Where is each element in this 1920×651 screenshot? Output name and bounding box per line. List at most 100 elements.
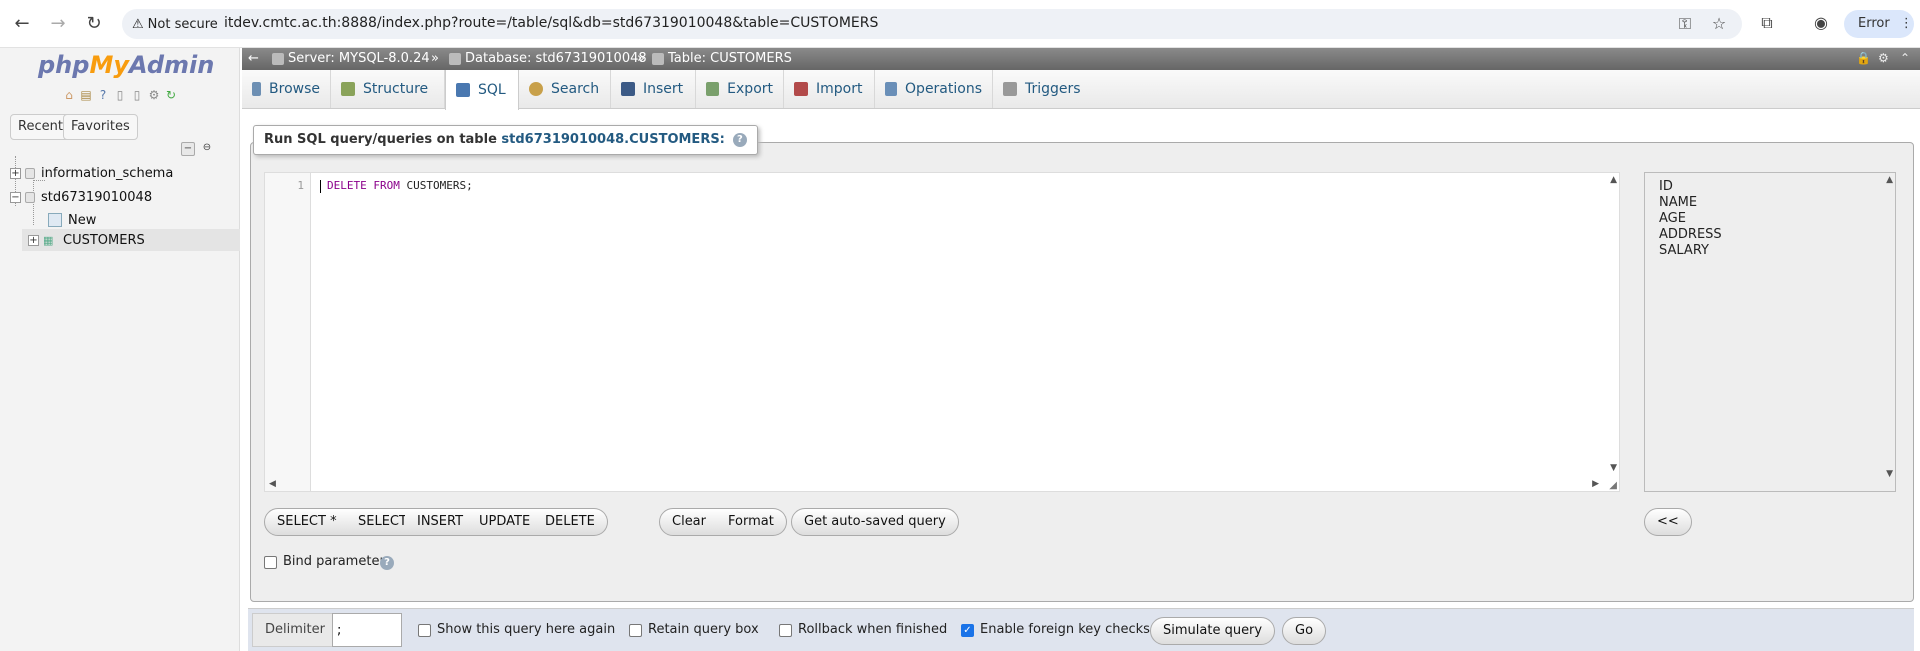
new-label[interactable]: New (68, 213, 96, 228)
select-star-button[interactable]: SELECT * (264, 508, 350, 536)
tab-export[interactable]: Export (696, 70, 784, 108)
column-option[interactable]: ID (1659, 179, 1673, 194)
tab-sql[interactable]: SQL (445, 70, 519, 110)
tab-label: Search (551, 81, 600, 97)
scroll-down-icon[interactable]: ▼ (1886, 469, 1893, 479)
retain-query-box-checkbox[interactable] (629, 624, 642, 637)
rollback-label[interactable]: Rollback when finished (798, 622, 947, 637)
go-button[interactable]: Go (1282, 617, 1327, 645)
update-button[interactable]: UPDATE (467, 508, 544, 536)
insert-icon (621, 82, 635, 96)
server-label[interactable]: Server: MYSQL-8.0.24 (288, 51, 430, 66)
tab-insert[interactable]: Insert (611, 70, 696, 108)
logout-icon[interactable]: ▤ (79, 88, 93, 102)
tab-search[interactable]: Search (519, 70, 611, 108)
bind-parameters-label[interactable]: Bind parameters (283, 554, 392, 569)
collapse-all-icon[interactable]: − (181, 142, 195, 156)
help-icon[interactable]: ? (96, 88, 110, 102)
breadcrumb-server[interactable]: Server: MYSQL-8.0.24 (272, 51, 430, 66)
more-icon: ⋮ (1899, 16, 1913, 31)
expand-icon[interactable]: + (10, 167, 21, 179)
gear-icon[interactable]: ⚙ (1878, 51, 1889, 65)
table-label[interactable]: Table: CUSTOMERS (668, 51, 792, 66)
url-text[interactable]: itdev.cmtc.ac.th:8888/index.php?route=/t… (224, 15, 878, 31)
breadcrumb-table[interactable]: Table: CUSTOMERS (652, 51, 792, 66)
phpmyadmin-logo[interactable]: phpMyAdmin (38, 51, 214, 79)
get-autosaved-query-button[interactable]: Get auto-saved query (791, 508, 959, 536)
foreign-key-checks-label[interactable]: Enable foreign key checks (980, 622, 1150, 637)
bookmark-star-icon[interactable]: ☆ (1708, 13, 1730, 35)
delete-button[interactable]: DELETE (533, 508, 608, 536)
clear-button[interactable]: Clear (659, 508, 719, 536)
database-label[interactable]: Database: std67319010048 (465, 51, 647, 66)
scroll-down-icon[interactable]: ▼ (1610, 463, 1617, 473)
show-query-label[interactable]: Show this query here again (437, 622, 615, 637)
tree-table-customers[interactable]: + ▦ CUSTOMERS (28, 230, 145, 250)
back-icon[interactable]: ← (10, 12, 34, 36)
foreign-key-checks-checkbox[interactable]: ✓ (961, 624, 974, 637)
sql-code[interactable]: DELETE FROM CUSTOMERS; (320, 179, 473, 193)
link-icon[interactable]: ⊖ (200, 142, 214, 156)
forward-icon[interactable]: → (46, 12, 70, 36)
column-option[interactable]: AGE (1659, 211, 1686, 226)
docs-icon[interactable]: ▯ (113, 88, 127, 102)
insert-column-button[interactable]: << (1644, 508, 1692, 536)
tree-db-std67319010048[interactable]: − std67319010048 (10, 187, 152, 207)
breadcrumb-database[interactable]: Database: std67319010048 (449, 51, 647, 66)
rollback-checkbox[interactable] (779, 624, 792, 637)
address-bar[interactable]: ⚠ Not secure itdev.cmtc.ac.th:8888/index… (122, 9, 1742, 39)
reload-icon[interactable]: ↻ (82, 12, 106, 36)
show-query-checkbox[interactable] (418, 624, 431, 637)
simulate-query-button[interactable]: Simulate query (1150, 617, 1276, 645)
tab-structure[interactable]: Structure (331, 70, 445, 108)
legend-table-name: std67319010048.CUSTOMERS: (501, 132, 725, 147)
help-icon[interactable]: ? (732, 132, 747, 147)
tree-new-table[interactable]: New (48, 210, 96, 230)
server-icon (272, 52, 284, 65)
bind-parameters-checkbox[interactable] (264, 556, 277, 569)
sql-icon (456, 83, 470, 97)
scroll-up-icon[interactable]: ▲ (1886, 175, 1893, 185)
nav-toggle-icon[interactable]: ← (248, 51, 259, 66)
tab-favorites[interactable]: Favorites (63, 114, 138, 140)
profile-icon[interactable]: ◉ (1810, 12, 1832, 34)
retain-query-box-label[interactable]: Retain query box (648, 622, 759, 637)
breadcrumb-separator: » (637, 51, 645, 66)
resize-handle-icon[interactable]: ◢ (1609, 480, 1617, 491)
tab-triggers[interactable]: Triggers (993, 70, 1093, 108)
insert-button[interactable]: INSERT (405, 508, 477, 536)
table-label[interactable]: CUSTOMERS (63, 233, 145, 248)
tab-recent[interactable]: Recent (10, 114, 71, 140)
scroll-up-icon[interactable]: ▲ (1610, 175, 1617, 185)
scroll-left-icon[interactable]: ◀ (269, 479, 276, 489)
column-option[interactable]: NAME (1659, 195, 1697, 210)
help-icon[interactable]: ? (380, 556, 394, 570)
delimiter-label: Delimiter (252, 613, 338, 647)
home-icon[interactable]: ⌂ (62, 88, 76, 102)
collapse-top-icon[interactable]: ⌃ (1900, 51, 1910, 65)
column-option[interactable]: SALARY (1659, 243, 1709, 258)
tree-db-information-schema[interactable]: + information_schema (10, 163, 173, 183)
expand-icon[interactable]: + (28, 234, 39, 246)
sql-panel-title: Run SQL query/queries on table std673190… (253, 125, 758, 155)
scroll-right-icon[interactable]: ▶ (1592, 479, 1599, 489)
refresh-icon[interactable]: ↻ (164, 88, 178, 102)
settings-icon[interactable]: ⚙ (147, 88, 161, 102)
security-indicator[interactable]: ⚠ Not secure (132, 15, 218, 33)
copy-icon[interactable]: ▯ (130, 88, 144, 102)
sql-editor[interactable]: 1 DELETE FROM CUSTOMERS; ▲ ▼ ◀ ▶ ◢ (264, 172, 1620, 492)
extensions-icon[interactable]: ⧉ (1756, 12, 1778, 34)
columns-list[interactable]: ID NAME AGE ADDRESS SALARY ▲ ▼ (1644, 172, 1896, 492)
column-option[interactable]: ADDRESS (1659, 227, 1722, 242)
lock-icon[interactable]: 🔒 (1856, 51, 1871, 65)
collapse-icon[interactable]: − (10, 191, 21, 203)
db-label[interactable]: information_schema (41, 166, 173, 181)
delimiter-input[interactable] (332, 613, 402, 647)
tab-operations[interactable]: Operations (875, 70, 993, 108)
format-button[interactable]: Format (716, 508, 787, 536)
password-key-icon[interactable]: ⚿ (1674, 13, 1696, 35)
tab-browse[interactable]: Browse (242, 70, 331, 108)
db-label[interactable]: std67319010048 (41, 190, 152, 205)
tab-import[interactable]: Import (784, 70, 875, 108)
error-button[interactable]: Error ⋮ (1844, 10, 1914, 38)
